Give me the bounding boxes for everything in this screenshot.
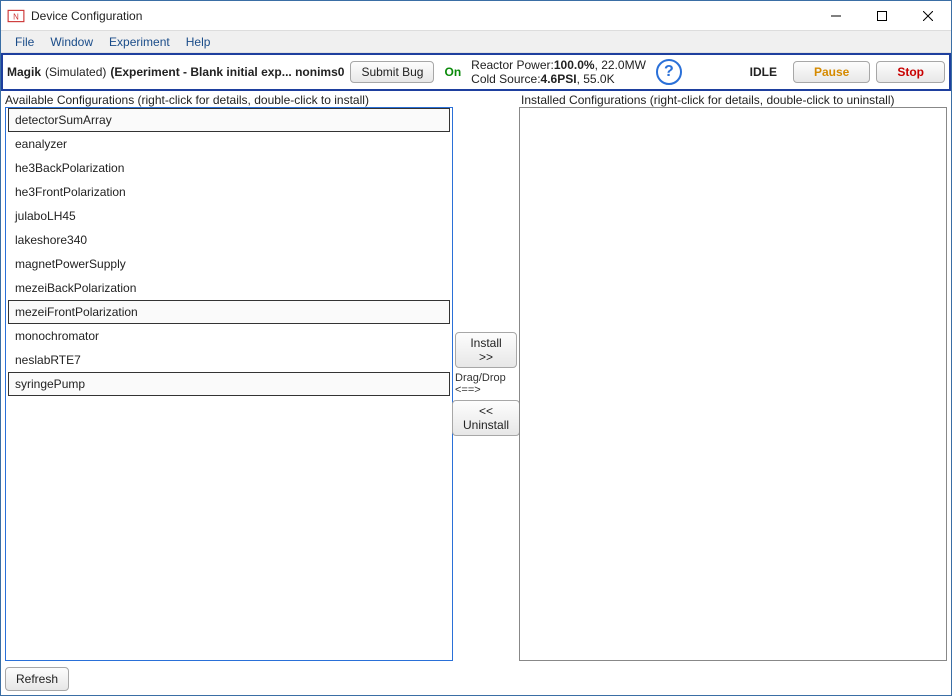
titlebar: N Device Configuration: [1, 1, 951, 31]
window-controls: [813, 1, 951, 30]
cold-source-suffix: , 55.0K: [577, 72, 615, 86]
status-toolbar: Magik (Simulated) (Experiment - Blank in…: [1, 53, 951, 91]
maximize-button[interactable]: [859, 1, 905, 30]
transfer-controls: Install >> Drag/Drop <==> << Uninstall: [453, 107, 519, 661]
menu-experiment[interactable]: Experiment: [101, 33, 178, 51]
available-item[interactable]: he3FrontPolarization: [8, 180, 450, 204]
installed-list[interactable]: [519, 107, 947, 661]
instrument-info: Magik (Simulated) (Experiment - Blank in…: [7, 65, 344, 79]
available-item[interactable]: syringePump: [8, 372, 450, 396]
available-label: Available Configurations (right-click fo…: [5, 93, 459, 107]
experiment-label: (Experiment - Blank initial exp... nonim…: [110, 65, 344, 79]
installed-label: Installed Configurations (right-click fo…: [521, 93, 947, 107]
reactor-status: Reactor Power:100.0%, 22.0MW Cold Source…: [471, 58, 646, 86]
available-item[interactable]: detectorSumArray: [8, 108, 450, 132]
menu-help[interactable]: Help: [178, 33, 219, 51]
instrument-name: Magik: [7, 65, 41, 79]
available-item[interactable]: mezeiFrontPolarization: [8, 300, 450, 324]
uninstall-button[interactable]: << Uninstall: [452, 400, 520, 436]
install-button[interactable]: Install >>: [455, 332, 517, 368]
drag-drop-label: Drag/Drop <==>: [455, 372, 517, 396]
svg-text:N: N: [13, 12, 19, 21]
reactor-power-label: Reactor Power:: [471, 58, 554, 72]
stop-button[interactable]: Stop: [876, 61, 945, 83]
available-item[interactable]: monochromator: [8, 324, 450, 348]
available-item[interactable]: he3BackPolarization: [8, 156, 450, 180]
reactor-power-value: 100.0%: [554, 58, 595, 72]
idle-status: IDLE: [740, 65, 787, 79]
available-item[interactable]: eanalyzer: [8, 132, 450, 156]
reactor-power-suffix: , 22.0MW: [595, 58, 646, 72]
available-item[interactable]: magnetPowerSupply: [8, 252, 450, 276]
close-button[interactable]: [905, 1, 951, 30]
menu-window[interactable]: Window: [42, 33, 101, 51]
pause-button[interactable]: Pause: [793, 61, 870, 83]
available-item[interactable]: neslabRTE7: [8, 348, 450, 372]
available-item[interactable]: lakeshore340: [8, 228, 450, 252]
help-icon[interactable]: ?: [656, 59, 682, 85]
minimize-button[interactable]: [813, 1, 859, 30]
available-item[interactable]: mezeiBackPolarization: [8, 276, 450, 300]
refresh-button[interactable]: Refresh: [5, 667, 69, 691]
cold-source-label: Cold Source:: [471, 72, 540, 86]
app-icon: N: [7, 7, 25, 25]
available-item[interactable]: julaboLH45: [8, 204, 450, 228]
content-area: Available Configurations (right-click fo…: [1, 91, 951, 695]
cold-source-value: 4.6PSI: [541, 72, 577, 86]
on-status: On: [440, 65, 465, 79]
menubar: File Window Experiment Help: [1, 31, 951, 53]
footer: Refresh: [1, 663, 951, 695]
submit-bug-button[interactable]: Submit Bug: [350, 61, 434, 83]
app-window: N Device Configuration File Window Exper…: [0, 0, 952, 696]
menu-file[interactable]: File: [7, 33, 42, 51]
window-title: Device Configuration: [31, 9, 142, 23]
instrument-mode: (Simulated): [45, 65, 106, 79]
available-list[interactable]: detectorSumArrayeanalyzerhe3BackPolariza…: [5, 107, 453, 661]
